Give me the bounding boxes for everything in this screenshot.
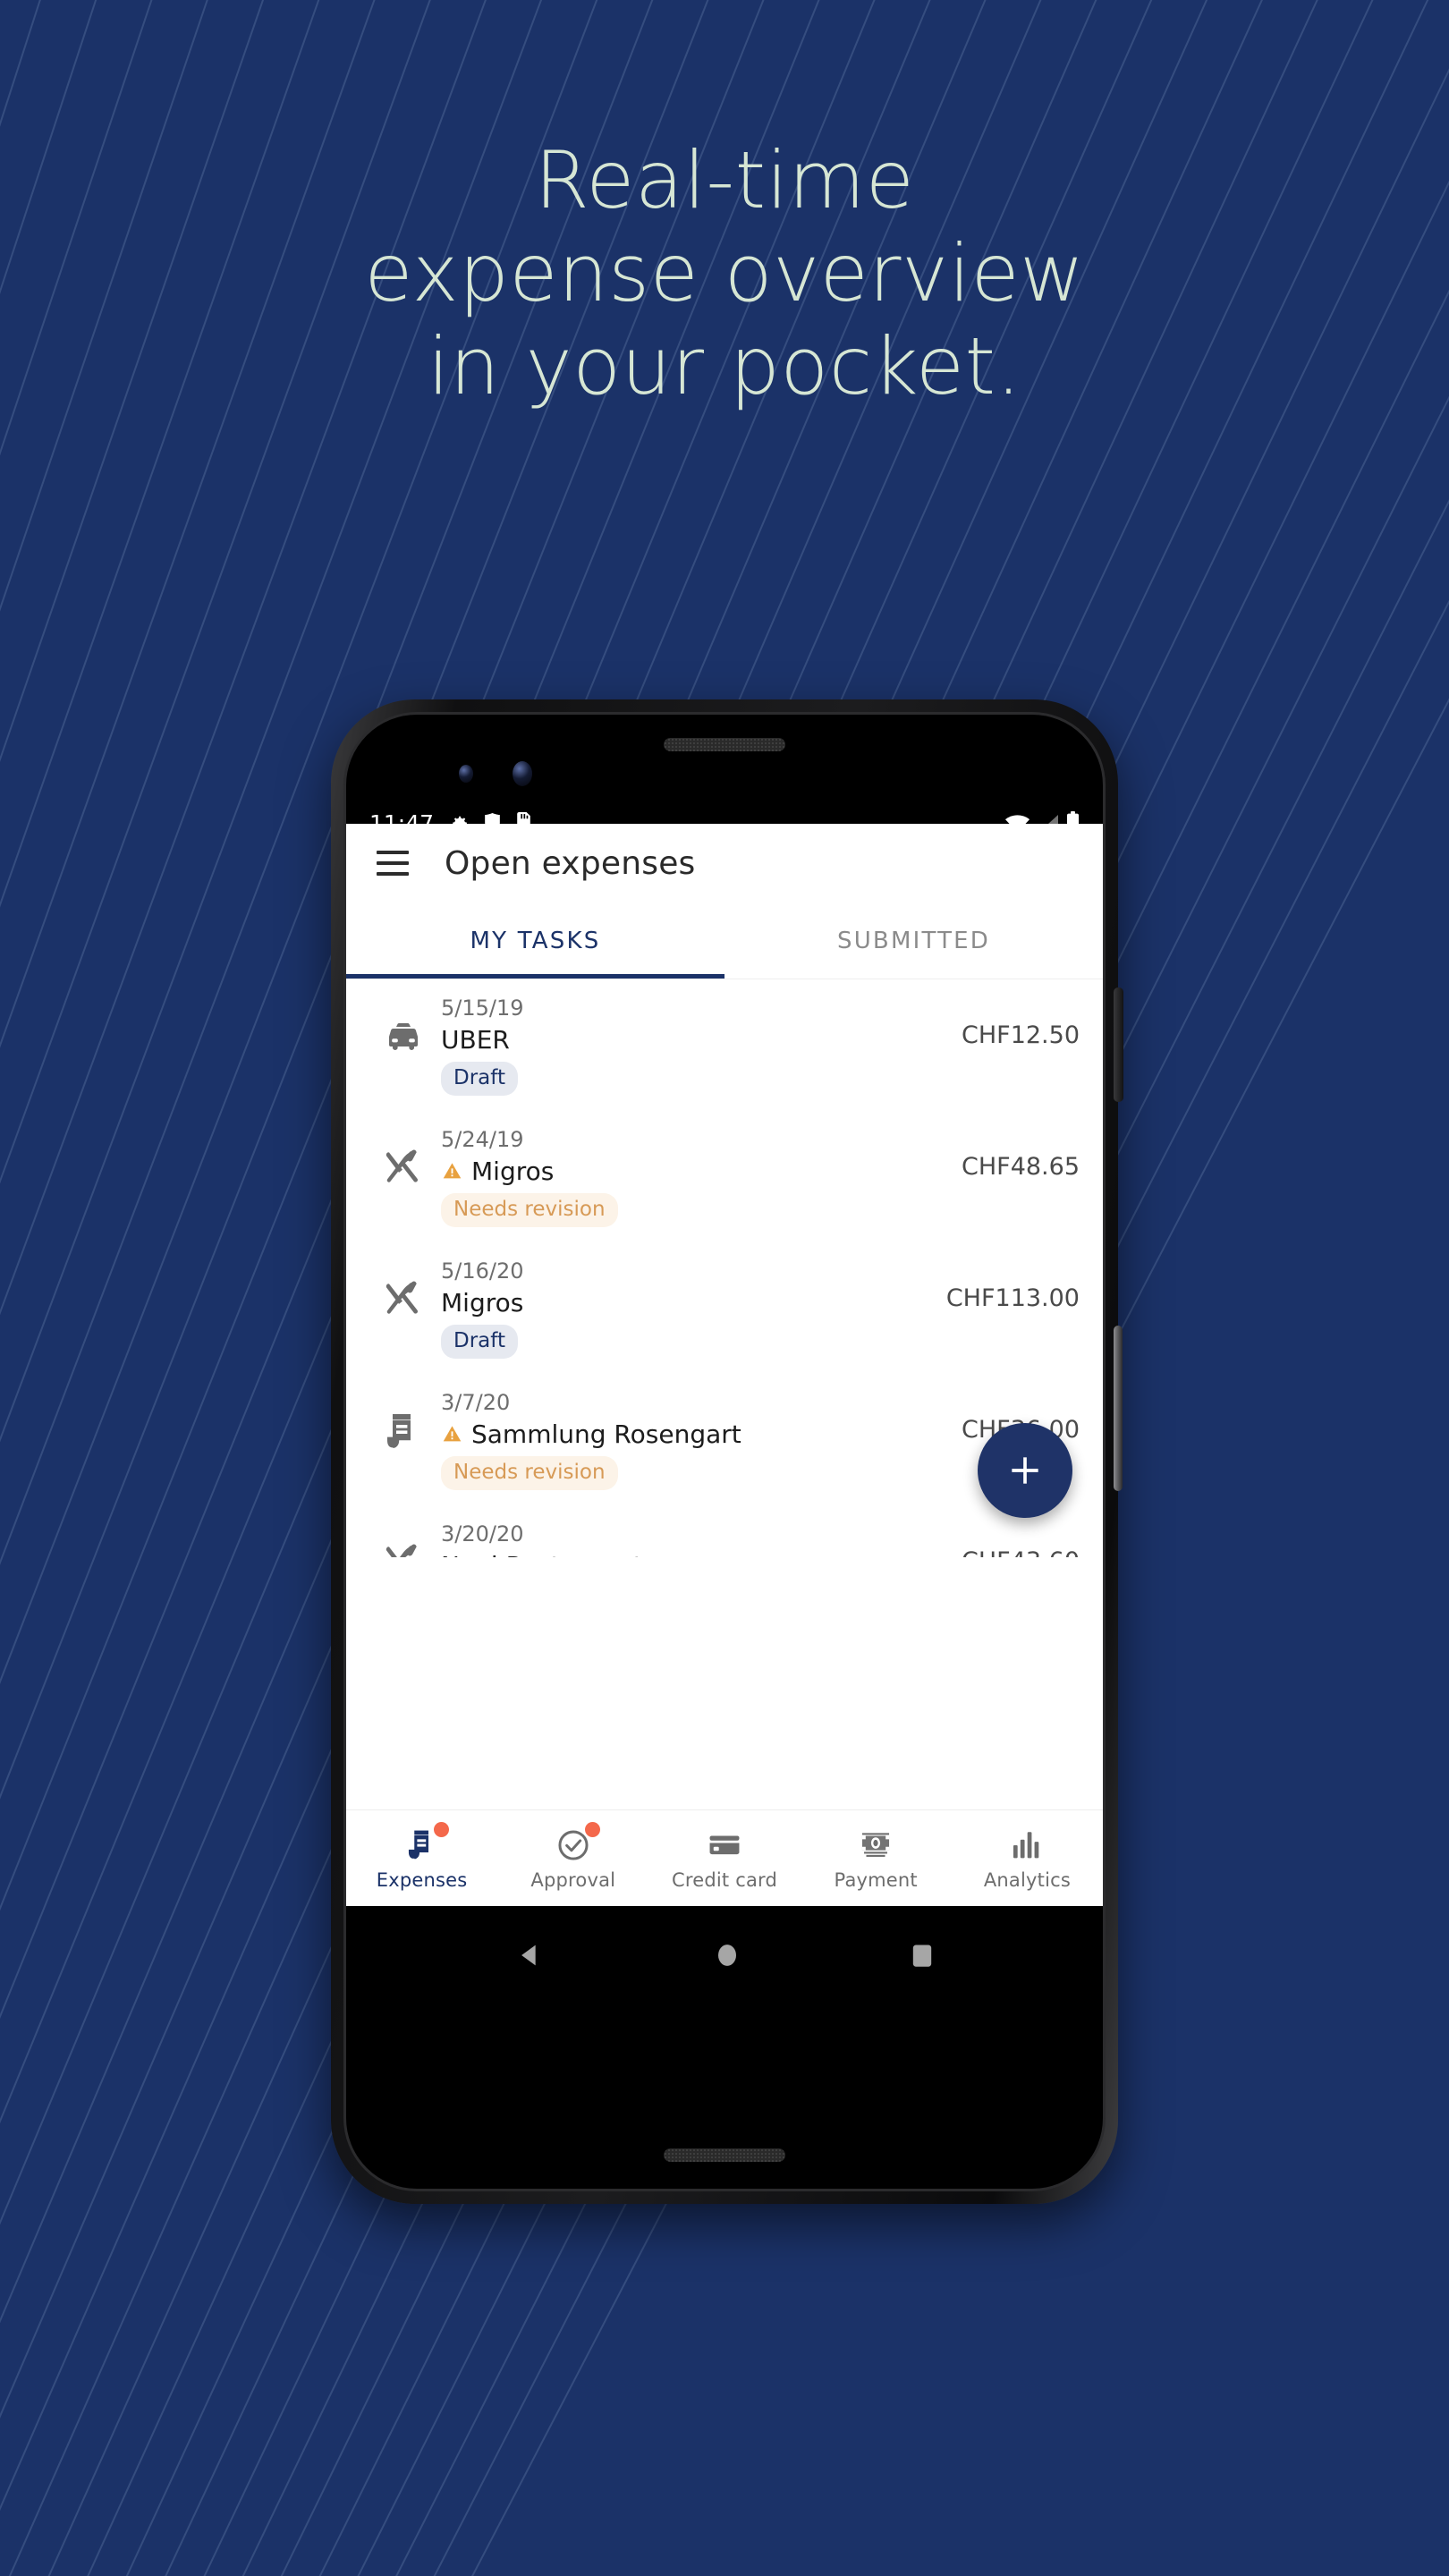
nav-item-label: Expenses: [376, 1868, 468, 1891]
expense-list[interactable]: 5/15/19 UBER Draft CHF12.50 5/24/19 Migros Nee…: [346, 979, 1103, 1557]
tab-active-indicator: [346, 974, 724, 979]
phone-screen-bezel: 11:47 Open expenses MY TASKS SUBMITTED 5…: [343, 712, 1106, 2191]
bar-chart-icon: [1008, 1826, 1046, 1864]
nav-item-payment[interactable]: Payment: [801, 1826, 952, 1891]
nav-item-expenses[interactable]: Expenses: [346, 1821, 497, 1891]
bottom-navigation-bar[interactable]: Expenses Approval Credit card Payment Analyt…: [346, 1809, 1103, 1906]
nav-item-analytics[interactable]: Analytics: [952, 1826, 1103, 1891]
expense-merchant-row: Migros: [441, 1156, 951, 1187]
check-circle-icon: [555, 1821, 600, 1864]
receipt-icon: [371, 1389, 436, 1453]
expense-date: 5/15/19: [441, 996, 524, 1021]
expense-amount: CHF48.65: [962, 1152, 1080, 1181]
tab-my-tasks[interactable]: MY TASKS: [346, 902, 724, 979]
expense-merchant: Sammlung Rosengart: [471, 1419, 741, 1449]
expense-merchant-row: UBER: [441, 1024, 951, 1055]
app-screen: Open expenses MY TASKS SUBMITTED 5/15/19…: [346, 824, 1103, 1906]
status-badge: Needs revision: [441, 1455, 618, 1490]
expense-date: 5/24/19: [441, 1126, 524, 1152]
expense-amount: CHF113.00: [945, 1284, 1080, 1312]
expense-merchant-row: Neni Restaurant: [441, 1550, 951, 1557]
headline-line-3: in your pocket.: [427, 319, 1022, 412]
expense-details: 5/24/19 Migros Needs revision: [436, 1126, 951, 1227]
status-badge: Draft: [441, 1062, 518, 1096]
tab-submitted[interactable]: SUBMITTED: [724, 902, 1103, 979]
headline-line-1: Real-time: [534, 134, 915, 226]
volume-rocker-button[interactable]: [1114, 1326, 1123, 1491]
add-expense-fab[interactable]: [978, 1423, 1072, 1518]
warning-icon: [441, 1160, 463, 1182]
taxi-icon: [371, 995, 436, 1059]
phone-mockup: 11:47 Open expenses MY TASKS SUBMITTED 5…: [331, 699, 1123, 2204]
nav-item-approval[interactable]: Approval: [497, 1821, 648, 1891]
nav-item-label: Approval: [530, 1868, 616, 1891]
front-camera-primary: [513, 761, 532, 786]
nav-item-credit-card[interactable]: Credit card: [648, 1826, 800, 1891]
hamburger-menu-icon[interactable]: [377, 851, 409, 876]
expense-row[interactable]: 5/16/20 Migros Draft CHF113.00: [346, 1242, 1103, 1374]
expense-date: 3/7/20: [441, 1389, 511, 1415]
status-badge: Draft: [441, 1324, 518, 1359]
headline-line-2: expense overview: [364, 226, 1085, 319]
dining-icon: [371, 1521, 436, 1557]
expense-merchant-row: Migros: [441, 1287, 936, 1318]
notification-badge: [433, 1821, 449, 1837]
page-title: Open expenses: [445, 844, 696, 882]
expense-date: 5/16/20: [441, 1258, 524, 1284]
power-button[interactable]: [1114, 987, 1123, 1102]
status-badge: Needs revision: [441, 1192, 618, 1227]
plus-icon: [1012, 1457, 1038, 1484]
expense-details: 5/16/20 Migros Draft: [436, 1258, 936, 1359]
promo-page: Real-time expense overview in your pocke…: [0, 0, 1449, 2576]
expense-row[interactable]: 5/24/19 Migros Needs revision CHF48.65: [346, 1111, 1103, 1242]
expense-row[interactable]: 3/20/20Neni RestaurantDraftCHF43.60: [346, 1505, 1103, 1557]
front-camera-secondary: [459, 765, 473, 783]
expense-details: 5/15/19 UBER Draft: [436, 995, 951, 1096]
expense-details: 3/20/20Neni RestaurantDraft: [436, 1521, 951, 1557]
nav-item-label: Payment: [834, 1868, 918, 1891]
credit-card-icon: [706, 1826, 743, 1864]
back-key[interactable]: [515, 1940, 546, 1970]
expense-details: 3/7/20 Sammlung Rosengart Needs revision: [436, 1389, 951, 1490]
expense-merchant: Migros: [441, 1287, 524, 1318]
expense-amount: CHF12.50: [962, 1021, 1080, 1049]
android-navigation-bar: [346, 1906, 1103, 2004]
expense-merchant-row: Sammlung Rosengart: [441, 1419, 951, 1450]
expense-merchant: Migros: [471, 1156, 555, 1186]
page-headline: Real-time expense overview in your pocke…: [0, 134, 1449, 412]
banknote-icon: [857, 1826, 894, 1864]
warning-icon: [441, 1423, 463, 1445]
dining-icon: [371, 1258, 436, 1324]
app-bar: Open expenses: [346, 824, 1103, 902]
expense-merchant: Neni Restaurant: [441, 1550, 643, 1557]
nav-item-label: Credit card: [671, 1868, 778, 1891]
notification-badge: [584, 1821, 600, 1837]
expense-merchant: UBER: [441, 1025, 510, 1055]
expense-amount: CHF43.60: [951, 1521, 1080, 1557]
nav-item-label: Analytics: [983, 1868, 1071, 1891]
earpiece-speaker: [664, 738, 785, 751]
home-key[interactable]: [714, 1940, 741, 1970]
receipt-icon: [403, 1821, 449, 1864]
expense-row[interactable]: 5/15/19 UBER Draft CHF12.50: [346, 979, 1103, 1111]
dining-icon: [371, 1126, 436, 1192]
tab-bar: MY TASKS SUBMITTED: [346, 902, 1103, 979]
recent-key[interactable]: [910, 1940, 935, 1970]
expense-date: 3/20/20: [441, 1521, 524, 1546]
bottom-speaker: [664, 2148, 785, 2162]
